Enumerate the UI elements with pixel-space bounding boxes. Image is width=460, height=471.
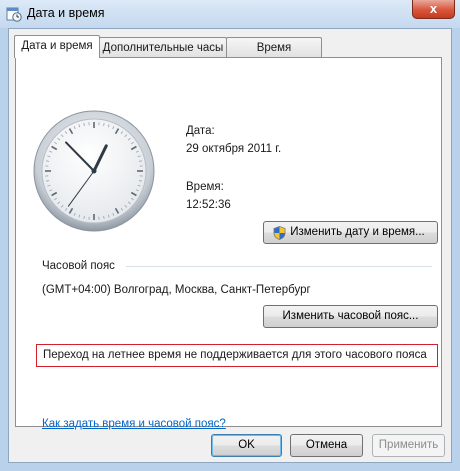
dst-notice: Переход на летнее время не поддерживаетс…	[36, 344, 438, 367]
window: Дата и время x Дата и время Дополнительн…	[0, 0, 460, 471]
uac-shield-icon	[273, 226, 286, 240]
help-link[interactable]: Как задать время и часовой пояс?	[42, 418, 226, 430]
timezone-value: (GMT+04:00) Волгоград, Москва, Санкт-Пет…	[42, 284, 311, 296]
time-value: 12:52:36	[186, 199, 231, 211]
tab-internet-time[interactable]: Время Интернета	[226, 37, 322, 74]
tab-additional-clocks[interactable]: Дополнительные часы	[99, 37, 227, 57]
window-title: Дата и время	[27, 6, 105, 20]
time-label: Время:	[186, 181, 224, 193]
tab-panel: Дата: 29 октября 2011 г. Время: 12:52:36…	[15, 57, 442, 430]
cancel-button[interactable]: Отмена	[290, 434, 363, 457]
timezone-heading: Часовой пояс	[42, 260, 115, 272]
change-datetime-button[interactable]: Изменить дату и время...	[263, 221, 438, 244]
date-label: Дата:	[186, 125, 215, 137]
apply-button[interactable]: Применить	[372, 434, 445, 457]
title-bar[interactable]: Дата и время x	[0, 0, 460, 28]
tab-date-time[interactable]: Дата и время	[14, 35, 100, 58]
date-value: 29 октября 2011 г.	[186, 143, 282, 155]
change-datetime-label: Изменить дату и время...	[290, 226, 425, 238]
analog-clock	[33, 110, 155, 232]
timezone-separator	[126, 266, 432, 267]
ok-button[interactable]: OK	[211, 434, 282, 457]
clock-calendar-icon	[6, 7, 22, 22]
change-timezone-button[interactable]: Изменить часовой пояс...	[263, 305, 438, 328]
close-button[interactable]: x	[412, 0, 455, 19]
dialog-client-area: Дата и время Дополнительные часы Время И…	[8, 28, 452, 463]
